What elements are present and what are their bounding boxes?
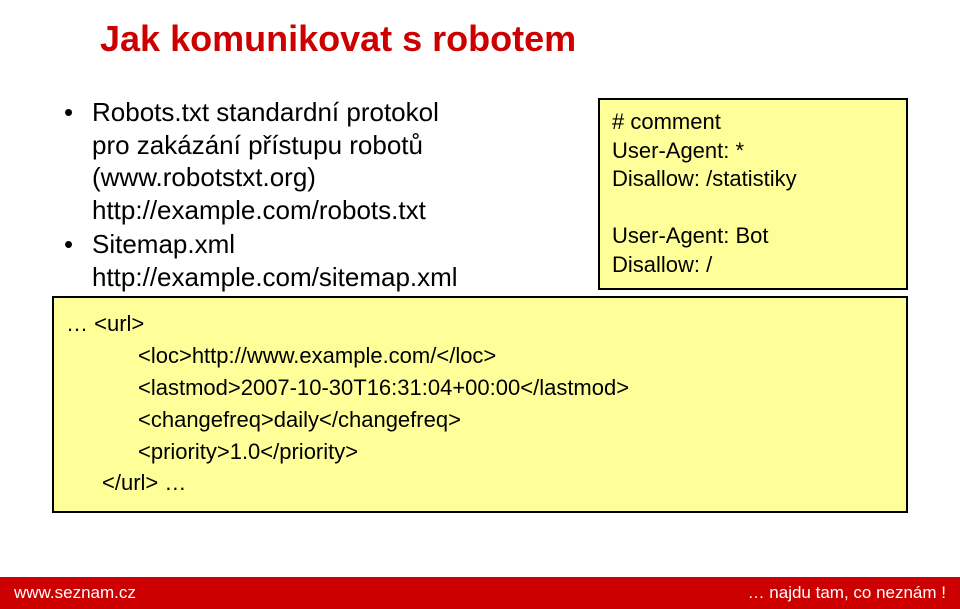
bullet-text: http://example.com/sitemap.xml [92,262,458,292]
robots-txt-box: # comment User-Agent: * Disallow: /stati… [598,98,908,290]
bullet-text: pro zakázání přístupu robotů [92,130,423,160]
code-line: Disallow: /statistiky [612,165,894,194]
slide-title: Jak komunikovat s robotem [0,0,960,60]
bullet-text: Robots.txt standardní protokol [92,97,439,127]
bullet-text: (www.robotstxt.org) [92,162,316,192]
footer-left: www.seznam.cz [14,583,136,603]
code-line: <changefreq>daily</changefreq> [66,404,894,436]
footer-right: … najdu tam, co neznám ! [748,583,946,603]
code-line: User-Agent: Bot [612,222,894,251]
code-line [612,194,894,223]
bullet-text: http://example.com/robots.txt [92,195,426,225]
code-line: Disallow: / [612,251,894,280]
code-line: <lastmod>2007-10-30T16:31:04+00:00</last… [66,372,894,404]
code-line: <loc>http://www.example.com/</loc> [66,340,894,372]
code-line: User-Agent: * [612,137,894,166]
code-line: … <url> [66,308,894,340]
code-line: # comment [612,108,894,137]
bullet-text: Sitemap.xml [92,229,235,259]
code-line: </url> … [66,467,894,499]
footer: www.seznam.cz … najdu tam, co neznám ! [0,577,960,609]
code-line: <priority>1.0</priority> [66,436,894,468]
sitemap-xml-box: … <url> <loc>http://www.example.com/</lo… [52,296,908,513]
